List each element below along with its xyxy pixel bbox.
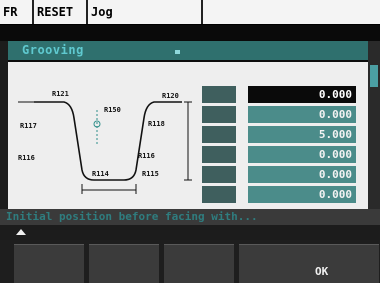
softkey-1[interactable] — [14, 244, 84, 283]
param-field-1[interactable]: 0.000 — [248, 86, 356, 103]
up-arrow-icon — [16, 229, 26, 235]
header-band — [0, 25, 380, 41]
param-field-3[interactable]: 5.000 — [248, 126, 356, 143]
scrollbar-thumb[interactable] — [370, 65, 378, 87]
softkey-bar: OK — [0, 240, 380, 283]
grooving-panel: R121 R150 R120 R117 R118 R116 R116 R114 … — [8, 62, 368, 209]
param-label-3 — [202, 126, 236, 143]
param-field-2[interactable]: 0.000 — [248, 106, 356, 123]
param-label-2 — [202, 106, 236, 123]
softkey-2[interactable] — [89, 244, 159, 283]
status-bar: FR RESET Jog — [0, 0, 380, 25]
param-field-6[interactable]: 0.000 — [248, 186, 356, 203]
dialog-title: Grooving — [22, 43, 84, 57]
label-r121: R121 — [52, 90, 69, 98]
softkey-3[interactable] — [164, 244, 234, 283]
label-r150: R150 — [104, 106, 121, 114]
label-r118: R118 — [148, 120, 165, 128]
softkey-4[interactable] — [239, 244, 309, 283]
param-label-4 — [202, 146, 236, 163]
label-r114: R114 — [92, 170, 109, 178]
channel-indicator: FR — [0, 0, 34, 24]
groove-diagram: R121 R150 R120 R117 R118 R116 R116 R114 … — [18, 90, 192, 194]
param-field-4[interactable]: 0.000 — [248, 146, 356, 163]
label-r115: R115 — [142, 170, 159, 178]
mode-indicator: Jog — [88, 0, 203, 24]
message-line: Initial position before facing with... — [0, 209, 380, 225]
reset-status: RESET — [34, 0, 88, 24]
vertical-scrollbar[interactable] — [368, 41, 380, 209]
param-label-6 — [202, 186, 236, 203]
param-label-5 — [202, 166, 236, 183]
dialog-title-bar: Grooving — [8, 41, 368, 62]
label-r117: R117 — [20, 122, 37, 130]
label-r116-right: R116 — [138, 152, 155, 160]
focus-indicator — [175, 50, 180, 54]
param-field-5[interactable]: 0.000 — [248, 166, 356, 183]
label-r116-left: R116 — [18, 154, 35, 162]
param-label-1 — [202, 86, 236, 103]
label-r120: R120 — [162, 92, 179, 100]
ok-button[interactable]: OK — [309, 244, 379, 283]
